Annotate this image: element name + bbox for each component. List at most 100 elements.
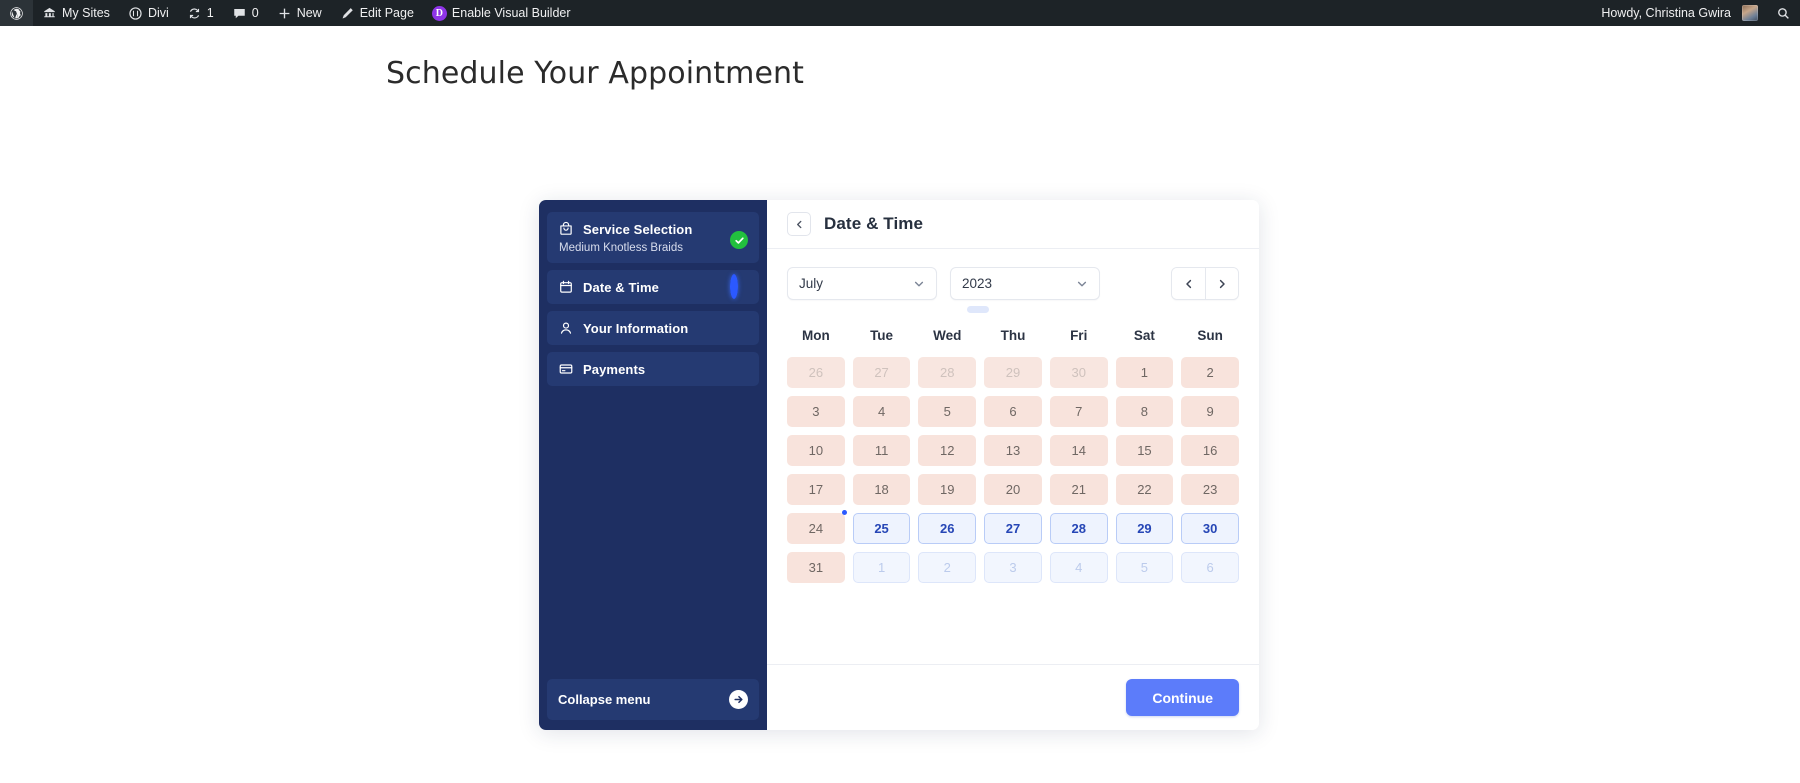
calendar-day-cell: 7 [1049, 396, 1108, 427]
sidebar-item-payments[interactable]: Payments [547, 352, 759, 386]
calendar-day-number: 1 [877, 560, 886, 575]
calendar-day-number: 1 [1140, 365, 1149, 380]
calendar-day-cell: 21 [1049, 474, 1108, 505]
panel-title: Date & Time [824, 214, 924, 233]
calendar-day-cell: 22 [1115, 474, 1174, 505]
calendar-day-number: 7 [1075, 404, 1083, 419]
back-button[interactable] [787, 212, 811, 236]
calendar-day-cell: 9 [1181, 396, 1239, 427]
admin-bar-my-account[interactable]: Howdy, Christina Gwira [1592, 0, 1767, 26]
calendar-day-cell: 18 [852, 474, 911, 505]
calendar-day-number: 5 [1140, 560, 1149, 575]
calendar-day-number: 30 [1071, 365, 1086, 380]
calendar-day-cell: 15 [1115, 435, 1174, 466]
sidebar-item-date-time[interactable]: Date & Time [547, 270, 759, 304]
calendar-day-number: 29 [1005, 365, 1021, 380]
wp-admin-bar: My Sites Divi 1 0 New Edit Page D Enable… [0, 0, 1800, 26]
calendar-day-number: 23 [1202, 482, 1218, 497]
calendar-day-number: 2 [1206, 365, 1214, 380]
month-select[interactable]: July [787, 267, 937, 300]
calendar-day-number: 4 [877, 404, 886, 419]
sidebar-item-your-information-row: Your Information [558, 320, 749, 336]
admin-bar-updates[interactable]: 1 [178, 0, 223, 26]
booking-panel-footer: Continue [767, 664, 1259, 730]
admin-bar-right-group: Howdy, Christina Gwira [1592, 0, 1800, 26]
calendar-day-cell: 26 [787, 357, 845, 388]
weekday-label: Wed [933, 328, 962, 343]
check-circle-icon [730, 231, 748, 249]
admin-bar-my-sites-label: My Sites [62, 6, 110, 20]
calendar-day-cell: 19 [918, 474, 977, 505]
calendar-day-cell: 29 [984, 357, 1042, 388]
calendar-day-cell[interactable]: 28 [1049, 513, 1108, 544]
calendar-day-cell: 6 [1181, 552, 1239, 583]
admin-bar-new[interactable]: New [268, 0, 331, 26]
calendar-day-number: 17 [808, 482, 824, 497]
calendar-controls: July 2023 [787, 267, 1239, 300]
sidebar-item-your-information[interactable]: Your Information [547, 311, 759, 345]
calendar-day-number: 25 [874, 521, 889, 536]
admin-bar-updates-count: 1 [206, 6, 214, 20]
calendar-day-cell: 8 [1115, 396, 1174, 427]
calendar-day-number: 6 [1009, 404, 1017, 419]
status-badge-idle-payments [730, 360, 748, 378]
status-badge-done [730, 231, 748, 249]
active-ring-icon [730, 274, 738, 299]
admin-bar-search[interactable] [1767, 0, 1800, 26]
calendar-day-number: 14 [1071, 443, 1086, 458]
sidebar-item-service-selection-label: Service Selection [583, 221, 693, 237]
calendar-day-cell: 1 [1115, 357, 1174, 388]
admin-bar-enable-visual-builder[interactable]: D Enable Visual Builder [423, 0, 580, 26]
admin-bar-divi[interactable]: Divi [119, 0, 178, 26]
calendar-day-cell: 13 [984, 435, 1042, 466]
calendar-day-number: 4 [1075, 560, 1083, 575]
booking-main-panel: Date & Time July 2023 Mon Tue Wed Thu Fr… [767, 200, 1259, 730]
weekday-label: Sat [1133, 328, 1155, 343]
year-select[interactable]: 2023 [950, 267, 1100, 300]
calendar-day-number: 18 [874, 482, 889, 497]
weekday-label: Thu [1000, 328, 1026, 343]
wordpress-logo-icon [9, 6, 24, 21]
weekday-label: Mon [801, 328, 830, 343]
calendar-day-cell: 27 [852, 357, 911, 388]
calendar-day-cell: 30 [1049, 357, 1108, 388]
weekday-label: Sun [1197, 328, 1223, 343]
month-select-value: July [799, 276, 824, 291]
next-month-button[interactable] [1205, 268, 1238, 299]
sidebar-item-date-time-label: Date & Time [583, 279, 659, 295]
calendar-day-number: 24 [808, 521, 824, 536]
calendar-day-cell[interactable]: 25 [852, 513, 911, 544]
calendar-day-cell: 23 [1181, 474, 1239, 505]
booking-panel-header: Date & Time [767, 200, 1259, 249]
calendar-day-cell: 3 [787, 396, 845, 427]
sidebar-item-service-selection[interactable]: Service Selection Medium Knotless Braids [547, 212, 759, 263]
collapse-menu-label: Collapse menu [558, 692, 651, 707]
calendar-day-cell: 2 [1181, 357, 1239, 388]
calendar-day-number: 15 [1137, 443, 1152, 458]
admin-bar-edit-page[interactable]: Edit Page [331, 0, 423, 26]
search-icon [1776, 6, 1791, 21]
calendar-day-number: 29 [1137, 521, 1152, 536]
chevron-down-icon [913, 278, 925, 290]
divi-icon [128, 6, 143, 21]
calendar-day-number: 5 [943, 404, 951, 419]
calendar-day-number: 28 [940, 365, 955, 380]
calendar-day-number: 31 [808, 560, 824, 575]
calendar-day-cell[interactable]: 30 [1181, 513, 1239, 544]
status-badge-active [730, 274, 748, 299]
sidebar-item-service-selection-subtitle: Medium Knotless Braids [559, 242, 683, 254]
continue-button[interactable]: Continue [1126, 679, 1239, 716]
today-marker-dot [841, 510, 847, 515]
wordpress-logo-menu[interactable] [0, 0, 33, 26]
prev-month-button[interactable] [1172, 268, 1205, 299]
calendar-day-cell[interactable]: 26 [918, 513, 977, 544]
calendar-day-cell[interactable]: 27 [984, 513, 1042, 544]
calendar-day-cell[interactable]: 29 [1115, 513, 1174, 544]
collapse-menu-button[interactable]: Collapse menu [547, 679, 759, 720]
calendar-day-cell: 5 [918, 396, 977, 427]
calendar-day-number: 27 [874, 365, 889, 380]
admin-bar-comments[interactable]: 0 [223, 0, 268, 26]
calendar-day-cell: 31 [787, 552, 845, 583]
plus-icon [277, 6, 292, 21]
admin-bar-my-sites[interactable]: My Sites [33, 0, 119, 26]
